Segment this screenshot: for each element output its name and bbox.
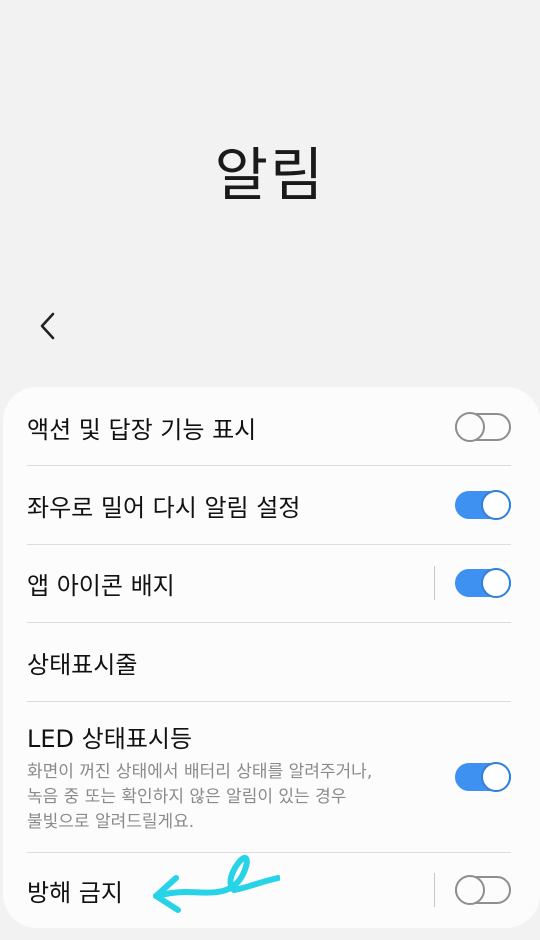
swipe-snooze-toggle[interactable] — [455, 488, 511, 522]
divider — [27, 544, 511, 545]
setting-label: 좌우로 밀어 다시 알림 설정 — [27, 493, 301, 522]
annotation-arrow-icon — [153, 855, 280, 913]
divider — [27, 701, 511, 702]
toggle-knob — [455, 875, 485, 905]
setting-description: 화면이 꺼진 상태에서 배터리 상태를 알려주거나, 녹음 중 또는 확인하지 … — [27, 760, 372, 835]
toggle-knob — [481, 490, 511, 520]
toggle-knob — [481, 762, 511, 792]
vertical-separator — [434, 566, 435, 600]
setting-label: LED 상태표시등 — [27, 725, 193, 753]
setting-text: LED 상태표시등 화면이 꺼진 상태에서 배터리 상태를 알려주거나, 녹음 … — [27, 719, 372, 835]
vertical-separator — [434, 873, 435, 907]
app-icon-badges-toggle[interactable] — [455, 566, 511, 600]
toggle-group — [434, 566, 511, 600]
led-indicator-toggle[interactable] — [455, 760, 511, 794]
setting-row-app-icon-badges[interactable]: 앱 아이콘 배지 — [27, 561, 511, 605]
setting-row-swipe-snooze[interactable]: 좌우로 밀어 다시 알림 설정 — [27, 483, 511, 527]
notifications-settings-screen: 알림 액션 및 답장 기능 표시 좌우로 밀어 다시 알림 설정 앱 아이콘 배… — [0, 0, 540, 940]
setting-label: 앱 아이콘 배지 — [27, 571, 175, 600]
toggle-group — [434, 873, 511, 907]
divider — [27, 622, 511, 623]
do-not-disturb-toggle[interactable] — [455, 873, 511, 907]
setting-row-status-bar[interactable]: 상태표시줄 — [27, 640, 511, 684]
description-line: 불빛으로 알려드릴게요. — [27, 812, 195, 832]
setting-label: 액션 및 답장 기능 표시 — [27, 415, 257, 444]
divider — [27, 465, 511, 466]
setting-label: 방해 금지 — [27, 878, 123, 907]
back-button[interactable] — [28, 306, 68, 346]
setting-row-led-indicator[interactable]: LED 상태표시등 화면이 꺼진 상태에서 배터리 상태를 알려주거나, 녹음 … — [27, 722, 511, 832]
chevron-left-icon — [40, 312, 55, 340]
setting-label: 상태표시줄 — [27, 650, 138, 679]
page-title: 알림 — [214, 141, 326, 209]
setting-row-actions-replies[interactable]: 액션 및 답장 기능 표시 — [27, 405, 511, 449]
description-line: 화면이 꺼진 상태에서 배터리 상태를 알려주거나, — [27, 762, 373, 782]
actions-replies-toggle[interactable] — [455, 410, 511, 444]
toggle-knob — [455, 412, 485, 442]
toggle-knob — [481, 568, 511, 598]
description-line: 녹음 중 또는 확인하지 않은 알림이 있는 경우 — [27, 787, 347, 807]
